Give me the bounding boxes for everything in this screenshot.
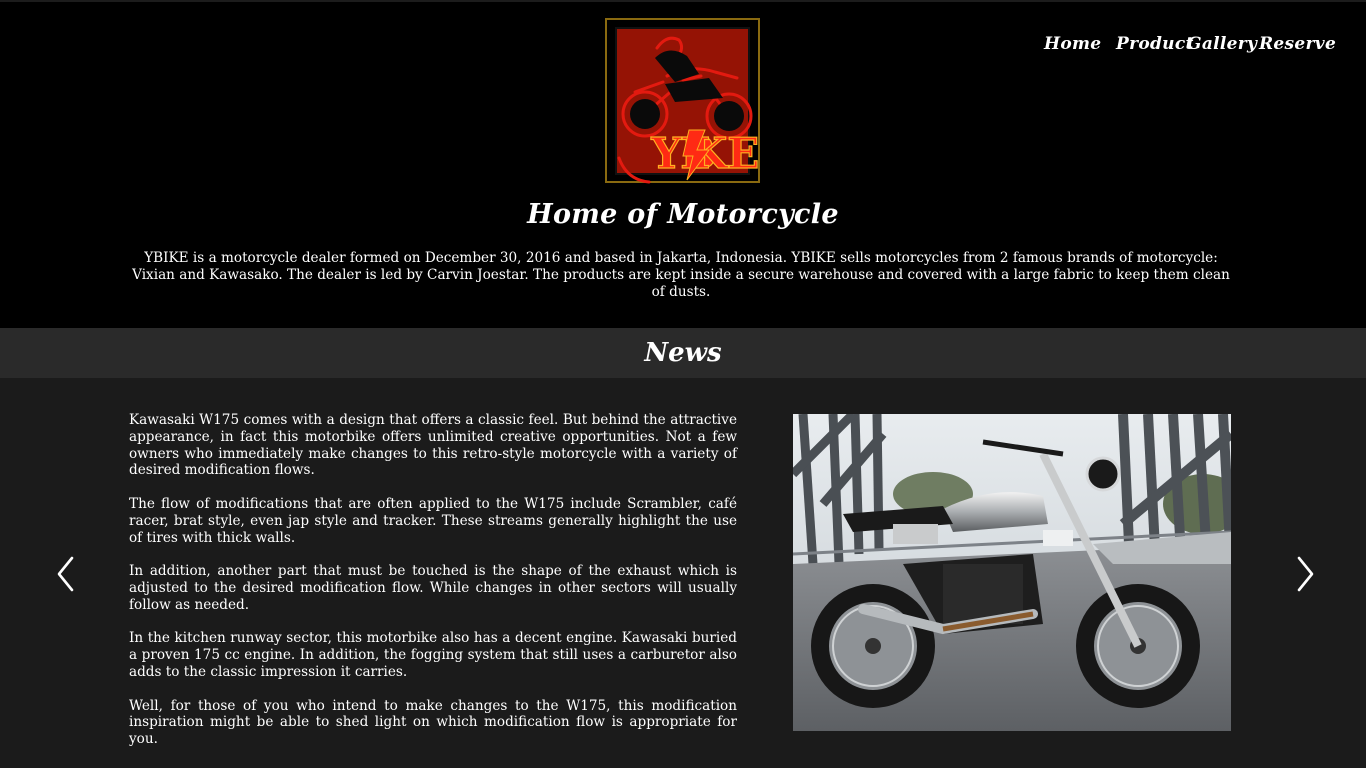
motorcycle-photo bbox=[793, 414, 1231, 731]
site-header: YB KE Home Product Gallery Reserve Home … bbox=[0, 0, 1366, 328]
news-article: Kawasaki W175 comes with a design that o… bbox=[129, 412, 737, 765]
nav-product-link[interactable]: Product bbox=[1116, 34, 1194, 54]
intro-text: YBIKE is a motorcycle dealer formed on D… bbox=[132, 250, 1230, 300]
page-title: Home of Motorcycle bbox=[527, 199, 839, 230]
news-title: News bbox=[644, 338, 722, 368]
chevron-left-icon bbox=[57, 556, 74, 592]
news-paragraph: In the kitchen runway sector, this motor… bbox=[129, 630, 737, 680]
nav-gallery-link[interactable]: Gallery bbox=[1187, 34, 1257, 54]
news-section-header: News bbox=[0, 328, 1366, 378]
news-carousel: Kawasaki W175 comes with a design that o… bbox=[0, 378, 1366, 768]
news-paragraph: In addition, another part that must be t… bbox=[129, 563, 737, 613]
nav-reserve-link[interactable]: Reserve bbox=[1259, 34, 1336, 54]
news-paragraph: Well, for those of you who intend to mak… bbox=[129, 697, 737, 748]
nav-home-link[interactable]: Home bbox=[1044, 34, 1101, 54]
carousel-prev-button[interactable] bbox=[52, 554, 80, 594]
carousel-next-button[interactable] bbox=[1291, 554, 1319, 594]
news-paragraph: The flow of modifications that are often… bbox=[129, 495, 737, 546]
news-paragraph: Kawasaki W175 comes with a design that o… bbox=[129, 412, 737, 479]
ybike-logo[interactable]: YB KE bbox=[605, 18, 761, 186]
chevron-right-icon bbox=[1297, 556, 1314, 592]
